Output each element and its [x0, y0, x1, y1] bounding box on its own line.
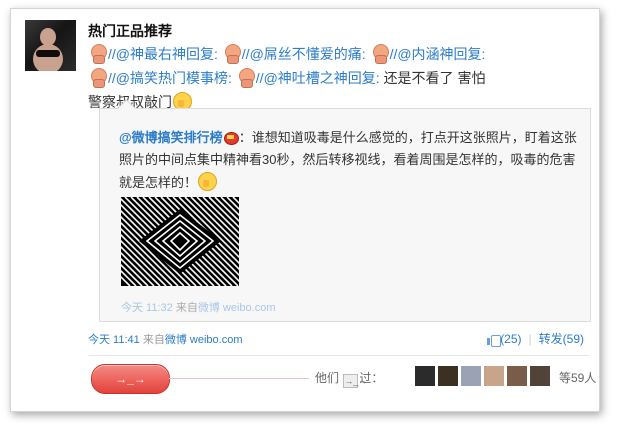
visitor-avatar[interactable] [461, 366, 481, 386]
mention-link[interactable]: @屌丝不懂爱的痛: [250, 46, 366, 62]
post-actions: (25) | 转发(59) [487, 330, 584, 347]
visitor-avatar[interactable] [438, 366, 458, 386]
like-count: (25) [500, 332, 522, 346]
face-react-button[interactable]: →_→ [91, 364, 170, 394]
quoted-text: @微博搞笑排行榜 ：谁想知道吸毒是什么感觉的，打点开这张照片，盯着这张照片的中间点… [119, 130, 577, 191]
visitor-total[interactable]: 等59人 [559, 369, 596, 386]
quoted-from-label: 来自 [175, 302, 198, 314]
reaction-line [169, 378, 309, 379]
face-badge: →_→ [343, 374, 368, 388]
monkey-emoticon-icon [88, 67, 108, 88]
monkey-emoticon-icon [88, 43, 108, 64]
mention-link[interactable]: @神最右神回复: [116, 46, 218, 62]
author-name[interactable]: 热门正品推荐 [88, 21, 172, 41]
post-text: //@神最右神回复: //@屌丝不懂爱的痛: //@内涵神回复: //@搞笑热门… [88, 42, 498, 114]
monkey-emoticon-icon [370, 43, 390, 64]
monkey-emoticon-icon [236, 67, 256, 88]
visitors-label: 他们 →_→过： [315, 371, 384, 388]
quoted-time-link[interactable]: 今天 11:32 [121, 302, 173, 314]
thinking-emoticon-icon [197, 171, 218, 191]
divider [89, 355, 589, 356]
crown-icon [223, 130, 239, 145]
visitor-avatar[interactable] [530, 366, 550, 386]
author-avatar[interactable] [25, 20, 76, 71]
repost-button[interactable]: 转发(59) [539, 332, 584, 346]
mention-link[interactable]: @神吐槽之神回复: [264, 70, 380, 86]
post-source-link[interactable]: 微博 weibo.com [165, 334, 243, 346]
illusion-image[interactable] [121, 197, 239, 286]
monkey-emoticon-icon [222, 43, 242, 64]
post-meta: 今天 11:41 来自微博 weibo.com [88, 331, 242, 347]
quoted-author-link[interactable]: @微博搞笑排行榜 [119, 130, 223, 145]
visitor-avatar[interactable] [507, 366, 527, 386]
post-from-label: 来自 [142, 334, 165, 346]
illusion-pattern [121, 197, 239, 286]
quoted-post: @微博搞笑排行榜 ：谁想知道吸毒是什么感觉的，打点开这张照片，盯着这张照片的中间点… [99, 99, 591, 322]
quoted-meta: 今天 11:32 来自微博 weibo.com [121, 299, 275, 315]
visitor-avatar[interactable] [484, 366, 504, 386]
visitor-avatar[interactable] [415, 366, 435, 386]
quoted-source-link[interactable]: 微博 weibo.com [198, 302, 276, 314]
mention-link[interactable]: @内涵神回复: [397, 46, 485, 62]
thumbs-up-icon [487, 333, 502, 347]
like-button[interactable]: (25) [487, 332, 522, 347]
mention-link[interactable]: @搞笑热门模事榜: [116, 70, 232, 86]
post-time-link[interactable]: 今天 11:41 [88, 334, 140, 346]
visitor-avatars [415, 366, 553, 386]
weibo-post-card: 热门正品推荐 //@神最右神回复: //@屌丝不懂爱的痛: //@内涵神回复: … [10, 8, 600, 412]
